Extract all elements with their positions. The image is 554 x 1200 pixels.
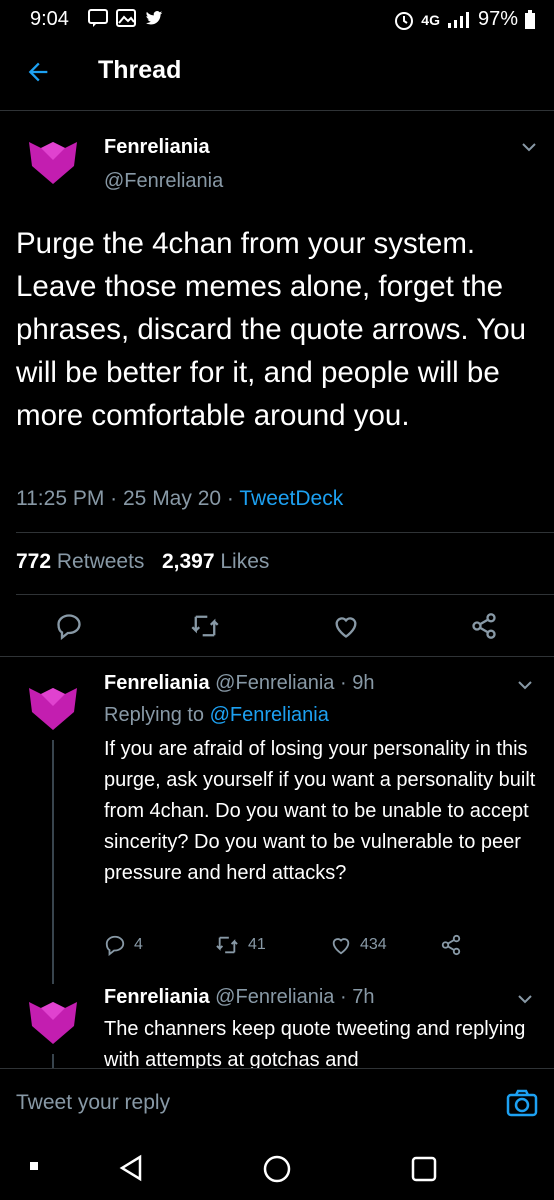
status-right: 4G 97% [393,8,536,31]
status-bar: 9:04 4G 97% [0,0,554,36]
back-nav-icon[interactable] [118,1154,144,1182]
reply-author-handle[interactable]: @Fenreliania [215,672,334,694]
share-icon[interactable] [470,612,498,640]
retweet-action[interactable]: 41 [214,934,266,956]
message-icon [88,9,108,27]
page-title: Thread [98,56,182,84]
reply-text-clip: The channers keep quote tweeting and rep… [104,1014,544,1068]
camera-icon[interactable] [506,1089,538,1117]
reply-count: 4 [134,936,143,953]
like-count[interactable]: 2,397 [162,550,215,573]
notification-icons [88,9,164,27]
heart-icon[interactable] [332,612,360,640]
reply-icon[interactable] [55,612,83,640]
reply-action[interactable]: 4 [104,934,143,956]
likes-label[interactable]: Likes [220,550,269,573]
reply-author-name[interactable]: Fenreliania [104,986,210,1008]
status-time: 9:04 [30,8,69,30]
reply-age: 7h [352,986,375,1008]
replying-to-handle[interactable]: @Fenreliania [210,704,329,726]
reply-header: Fenreliania @Fenreliania · 7h [104,986,374,1009]
top-bar: Thread [0,36,554,111]
author-name[interactable]: Fenreliania [104,136,210,159]
tweet-text: Purge the 4chan from your system. Leave … [16,227,527,432]
reply-dot: · [339,672,347,694]
avatar[interactable] [26,138,80,191]
reply-author-name[interactable]: Fenreliania [104,672,210,694]
heart-logo-icon [29,1002,77,1044]
tweet-date: 25 May 20 [123,487,222,510]
heart-logo-icon [29,142,77,184]
retweet-count-small: 41 [248,936,266,953]
tweet-meta: 11:25 PM · 25 May 20 · TweetDeck [16,487,343,511]
divider [16,594,554,595]
thread-connector [52,1054,54,1068]
retweet-icon[interactable] [214,934,240,956]
reply-avatar[interactable] [26,684,80,737]
replying-to-line: Replying to @Fenreliania [104,704,329,727]
retweet-icon[interactable] [190,612,220,640]
divider [16,532,554,533]
recent-dot-icon[interactable] [30,1162,38,1170]
tweet-source[interactable]: TweetDeck [239,487,343,510]
gallery-icon [116,9,136,27]
meta-separator: · [110,487,123,510]
back-arrow-icon[interactable] [24,58,52,86]
heart-icon[interactable] [330,934,352,956]
like-count-small: 434 [360,936,387,953]
meta-separator: · [226,487,240,510]
signal-icon [447,11,469,28]
tweet-time: 11:25 PM [16,487,105,510]
twitter-bird-icon [145,11,163,25]
chevron-down-icon[interactable] [516,990,534,1008]
network-type: 4G [421,11,440,28]
reply-dot: · [339,986,347,1008]
reply-age: 9h [352,672,375,694]
battery-percent: 97% [477,8,518,30]
reply-avatar[interactable] [26,998,80,1051]
replying-to-label: Replying to [104,704,205,726]
author-handle[interactable]: @Fenreliania [104,170,223,193]
compose-bar: Tweet your reply [0,1068,554,1139]
tweet-stats: 772 Retweets 2,397 Likes [16,550,269,574]
reply-icon[interactable] [104,934,126,956]
share-icon[interactable] [440,934,462,956]
system-nav-bar [0,1138,554,1200]
retweets-label[interactable]: Retweets [57,550,145,573]
chevron-down-icon[interactable] [516,676,534,694]
reply-author-handle[interactable]: @Fenreliania [215,986,334,1008]
reply-header: Fenreliania @Fenreliania · 9h [104,672,374,695]
like-action[interactable]: 434 [330,934,387,956]
alarm-icon [395,11,414,30]
reply-input[interactable]: Tweet your reply [16,1091,170,1115]
chevron-down-icon[interactable] [520,138,538,156]
retweet-count[interactable]: 772 [16,550,51,573]
battery-icon [525,9,535,29]
home-nav-icon[interactable] [262,1154,292,1184]
thread-connector [52,740,54,984]
heart-logo-icon [29,688,77,730]
reply-text: If you are afraid of losing your persona… [104,738,536,884]
recents-nav-icon[interactable] [410,1155,438,1183]
divider [0,656,554,657]
reply-text: The channers keep quote tweeting and rep… [104,1018,526,1068]
